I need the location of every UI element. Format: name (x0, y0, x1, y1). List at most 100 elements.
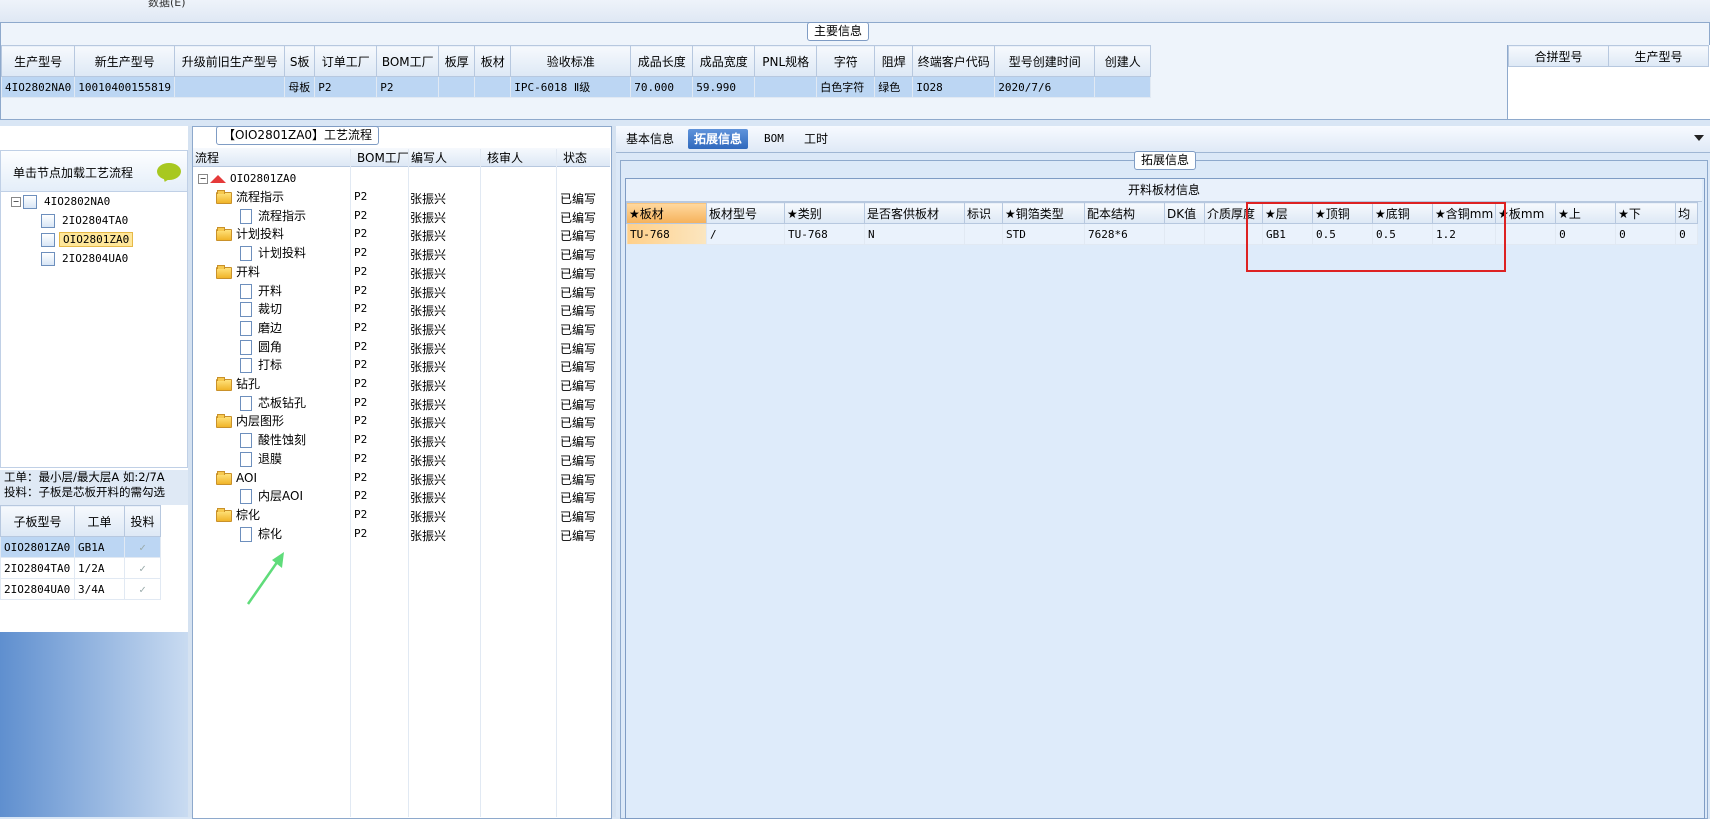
process-node[interactable]: 钻孔 (216, 375, 260, 394)
material-row[interactable]: TU-768/TU-768 N STD 7628*6 GB1 0.5 0.5 1.2 0 0 0 (626, 223, 1699, 245)
sub-cell-check[interactable]: ✓ (124, 578, 161, 600)
process-node[interactable]: 流程指示 (216, 188, 284, 207)
material-cell-0[interactable]: TU-768 (626, 223, 707, 245)
material-col-3[interactable]: 是否客供板材 (864, 202, 965, 224)
main-cell-14[interactable]: IO28 (912, 76, 996, 98)
sub-board-row[interactable]: 2IO2804TA0 1/2A ✓ (0, 557, 161, 579)
sub-col-model[interactable]: 子板型号 (0, 505, 75, 537)
material-col-5[interactable]: ★铜箔类型 (1002, 202, 1085, 224)
process-col-author[interactable]: 编写人 (411, 149, 447, 166)
main-cell-0[interactable]: 4IO2802NA0 (0, 76, 76, 98)
process-col-status[interactable]: 状态 (563, 149, 587, 166)
main-col-14[interactable]: 终端客户代码 (912, 45, 996, 77)
process-node[interactable]: 开料 (240, 282, 282, 301)
main-cell-8[interactable]: IPC-6018 Ⅱ级 (510, 76, 632, 98)
process-node[interactable]: 棕化 (240, 525, 282, 544)
sub-cell-check[interactable]: ✓ (124, 536, 161, 558)
main-cell-5[interactable]: P2 (376, 76, 440, 98)
merge-col-1[interactable]: 生产型号 (1608, 45, 1709, 67)
main-cell-3[interactable]: 母板 (284, 76, 316, 98)
main-col-16[interactable]: 创建人 (1094, 45, 1152, 77)
material-col-14[interactable]: ★上 (1555, 202, 1617, 224)
main-col-13[interactable]: 阻焊 (874, 45, 914, 77)
main-cell-1[interactable]: 10010400155819 (74, 76, 176, 98)
material-cell-7[interactable] (1164, 223, 1205, 245)
main-cell-9[interactable]: 70.000 (630, 76, 694, 98)
main-col-4[interactable]: 订单工厂 (314, 45, 378, 77)
merge-col-0[interactable]: 合拼型号 (1508, 45, 1609, 67)
material-cell-14[interactable]: 0 (1555, 223, 1617, 245)
tab-bom[interactable]: BOM (758, 129, 790, 149)
sub-col-order[interactable]: 工单 (74, 505, 125, 537)
process-node[interactable]: 芯板钻孔 (240, 394, 306, 413)
main-col-8[interactable]: 验收标准 (510, 45, 632, 77)
main-col-7[interactable]: 板材 (474, 45, 512, 77)
main-col-5[interactable]: BOM工厂 (376, 45, 440, 77)
material-cell-16[interactable]: 0 (1675, 223, 1699, 245)
material-cell-3[interactable]: N (864, 223, 965, 245)
main-cell-13[interactable]: 绿色 (874, 76, 914, 98)
main-col-2[interactable]: 升级前旧生产型号 (174, 45, 286, 77)
material-col-6[interactable]: 配本结构 (1084, 202, 1165, 224)
process-node[interactable]: 内层图形 (216, 412, 284, 431)
tree-node-selected[interactable]: OIO2801ZA0 (41, 230, 134, 248)
sub-cell-check[interactable]: ✓ (124, 557, 161, 579)
process-node[interactable]: 圆角 (240, 338, 282, 357)
material-col-0[interactable]: ★板材 (626, 202, 707, 224)
process-node[interactable]: 流程指示 (240, 207, 306, 226)
process-col-bom[interactable]: BOM工厂 (357, 149, 409, 166)
sub-col-feed[interactable]: 投料 (124, 505, 161, 537)
main-info-row[interactable]: 4IO2802NA0 10010400155819 母板 P2 P2 IPC-6018 Ⅱ… (0, 76, 1152, 98)
process-node[interactable]: 酸性蚀刻 (240, 431, 306, 450)
process-node[interactable]: 磨边 (240, 319, 282, 338)
material-col-1[interactable]: 板材型号 (706, 202, 785, 224)
main-cell-11[interactable] (754, 76, 818, 98)
process-col-flow[interactable]: 流程 (195, 149, 219, 166)
process-node[interactable]: 棕化 (216, 506, 260, 525)
main-col-6[interactable]: 板厚 (438, 45, 476, 77)
process-node[interactable]: 打标 (240, 356, 282, 375)
main-cell-7[interactable] (474, 76, 512, 98)
main-cell-12[interactable]: 白色字符 (816, 76, 876, 98)
process-node[interactable]: AOI (216, 469, 257, 488)
tab-extended-info[interactable]: 拓展信息 (688, 129, 749, 149)
process-node[interactable]: 开料 (216, 263, 260, 282)
main-col-1[interactable]: 新生产型号 (74, 45, 176, 77)
main-col-0[interactable]: 生产型号 (0, 45, 76, 77)
material-col-15[interactable]: ★下 (1615, 202, 1677, 224)
tree-node-root[interactable]: −4IO2802NA0 (11, 192, 113, 210)
process-root-node[interactable]: − OIO2801ZA0 (198, 169, 296, 188)
material-col-16[interactable]: 均 (1675, 202, 1699, 224)
material-cell-6[interactable]: 7628*6 (1084, 223, 1165, 245)
material-cell-1[interactable]: / (706, 223, 785, 245)
main-cell-2[interactable] (174, 76, 286, 98)
main-col-10[interactable]: 成品宽度 (692, 45, 756, 77)
material-col-7[interactable]: DK值 (1164, 202, 1205, 224)
process-node[interactable]: 内层AOI (240, 487, 303, 506)
process-node[interactable]: 计划投料 (240, 244, 306, 263)
tab-menu-dropdown-icon[interactable] (1694, 135, 1704, 141)
main-col-15[interactable]: 型号创建时间 (994, 45, 1096, 77)
material-col-4[interactable]: 标识 (964, 202, 1003, 224)
main-col-11[interactable]: PNL规格 (754, 45, 818, 77)
process-node[interactable]: 退膜 (240, 450, 282, 469)
material-col-2[interactable]: ★类别 (784, 202, 865, 224)
main-cell-15[interactable]: 2020/7/6 (994, 76, 1096, 98)
sub-board-row[interactable]: 2IO2804UA0 3/4A ✓ (0, 578, 161, 600)
material-cell-2[interactable]: TU-768 (784, 223, 865, 245)
main-col-9[interactable]: 成品长度 (630, 45, 694, 77)
tab-basic-info[interactable]: 基本信息 (620, 129, 680, 149)
tree-node-child[interactable]: 2IO2804TA0 (41, 211, 131, 229)
main-cell-16[interactable] (1094, 76, 1152, 98)
main-cell-6[interactable] (438, 76, 476, 98)
main-col-12[interactable]: 字符 (816, 45, 876, 77)
process-node[interactable]: 计划投料 (216, 225, 284, 244)
sub-board-row[interactable]: OIO2801ZA0 GB1A ✓ (0, 536, 161, 558)
tab-work-hours[interactable]: 工时 (798, 129, 834, 149)
material-cell-4[interactable] (964, 223, 1003, 245)
process-node[interactable]: 裁切 (240, 300, 282, 319)
material-cell-5[interactable]: STD (1002, 223, 1085, 245)
main-cell-4[interactable]: P2 (314, 76, 378, 98)
collapse-icon[interactable]: − (11, 196, 21, 207)
main-col-3[interactable]: S板 (284, 45, 316, 77)
